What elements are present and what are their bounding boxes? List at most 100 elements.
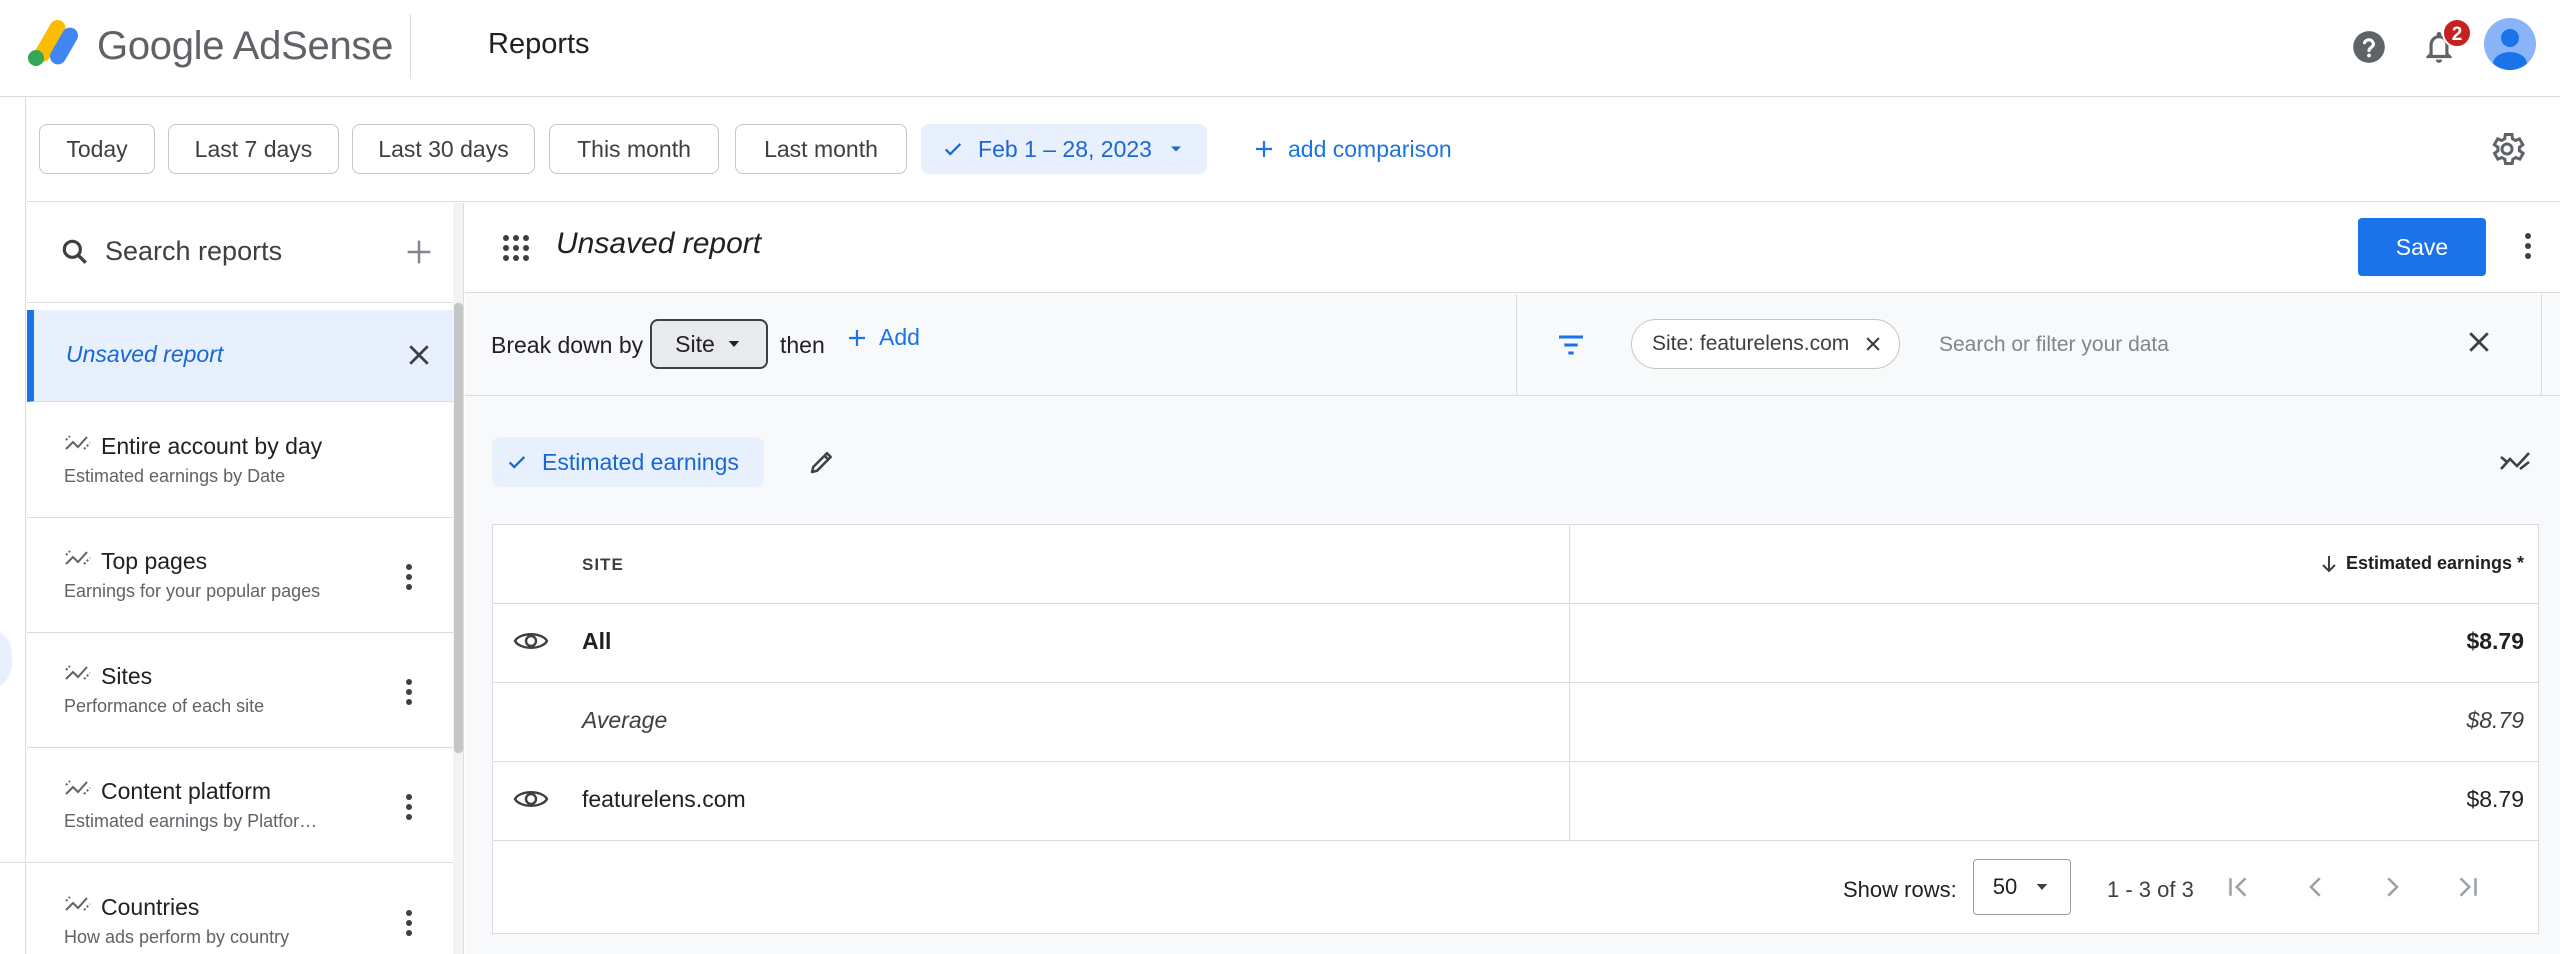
sidebar-item-subtitle: Estimated earnings by Platfor… <box>64 811 318 831</box>
row-value: $8.79 <box>2466 628 2524 654</box>
sidebar-item-unsaved-report[interactable]: Unsaved report <box>27 310 453 402</box>
sidebar-item-countries[interactable]: Countries How ads perform by country <box>27 864 453 954</box>
remove-filter-close-icon[interactable] <box>1863 334 1883 354</box>
add-comparison-button[interactable]: add comparison <box>1252 124 1452 174</box>
breakdown-filter-row: Break down by Site then Add Site: featur… <box>465 294 2560 396</box>
breakdown-right-divider <box>2541 294 2542 396</box>
clear-filters-close-icon[interactable] <box>2464 327 2494 357</box>
column-header-estimated-earnings[interactable]: Estimated earnings * <box>2320 553 2524 574</box>
add-comparison-label: add comparison <box>1288 135 1452 162</box>
search-icon <box>59 236 91 268</box>
sidebar-item-label: Top pages <box>101 548 208 574</box>
date-chip-last-month[interactable]: Last month <box>735 124 907 174</box>
active-filter-chip[interactable]: Site: featurelens.com <box>1631 319 1901 369</box>
close-icon[interactable] <box>404 340 434 370</box>
check-icon <box>942 138 964 160</box>
adsense-logo-icon[interactable] <box>26 20 84 68</box>
last-page-icon[interactable] <box>2453 872 2483 902</box>
breakdown-dimension-value: Site <box>675 330 715 357</box>
sort-descending-arrow-icon <box>2320 554 2338 574</box>
row-label: featurelens.com <box>582 786 746 812</box>
selected-date-range: Feb 1 – 28, 2023 <box>978 135 1152 162</box>
sidebar-item-subtitle: Performance of each site <box>64 696 265 716</box>
row-label: All <box>582 628 612 654</box>
plus-icon <box>845 326 869 350</box>
breakdown-dimension-dropdown[interactable]: Site <box>650 319 768 369</box>
account-avatar[interactable] <box>2484 18 2536 70</box>
column-divider <box>1569 683 1570 762</box>
more-options-icon[interactable] <box>403 792 415 822</box>
show-rows-label: Show rows: <box>1843 877 1957 902</box>
brand-product: AdSense <box>232 24 394 68</box>
sidebar-item-sites[interactable]: Sites Performance of each site <box>27 633 453 748</box>
sidebar-item-label: Entire account by day <box>101 433 323 459</box>
more-options-icon[interactable] <box>2522 231 2534 261</box>
add-breakdown-label: Add <box>879 324 920 350</box>
sidebar-item-entire-account-by-day[interactable]: Entire account by day Estimated earnings… <box>27 403 453 518</box>
table-row: Average $8.79 <box>493 683 2538 762</box>
sidebar-scrollbar-thumb[interactable] <box>454 303 463 753</box>
more-options-icon[interactable] <box>403 562 415 592</box>
plus-icon <box>1252 137 1276 161</box>
filter-icon[interactable] <box>1555 329 1587 361</box>
help-icon[interactable] <box>2350 28 2388 66</box>
sidebar-item-content-platform[interactable]: Content platform Estimated earnings by P… <box>27 748 453 863</box>
search-reports-row[interactable]: Search reports <box>27 203 463 303</box>
report-table: SITE Estimated earnings * All $8.79 Aver… <box>492 524 2539 934</box>
show-chart-trend-icon[interactable] <box>2498 447 2532 477</box>
next-page-icon[interactable] <box>2377 872 2407 902</box>
more-options-icon[interactable] <box>403 908 415 938</box>
filter-search-input[interactable]: Search or filter your data <box>1939 333 2169 357</box>
trending-report-icon <box>64 661 94 685</box>
metric-chip-estimated-earnings[interactable]: Estimated earnings <box>492 437 764 487</box>
sidebar-item-label: Countries <box>101 894 200 920</box>
row-value: $8.79 <box>2466 707 2524 733</box>
save-button[interactable]: Save <box>2358 218 2486 276</box>
add-report-plus-icon[interactable] <box>402 235 436 269</box>
date-range-selector[interactable]: Feb 1 – 28, 2023 <box>921 124 1207 174</box>
add-breakdown-button[interactable]: Add <box>845 324 920 351</box>
table-row: featurelens.com $8.79 <box>493 762 2538 841</box>
rows-per-page-value: 50 <box>1992 874 2018 899</box>
edit-pencil-icon[interactable] <box>807 447 837 477</box>
trending-report-icon <box>64 546 94 570</box>
brand-google: Google <box>97 24 225 68</box>
date-chip-today[interactable]: Today <box>39 124 155 174</box>
filter-chip-label: Site: featurelens.com <box>1652 332 1850 355</box>
brand-name[interactable]: Google AdSense <box>97 24 393 69</box>
row-label: Average <box>582 707 668 733</box>
reports-sidebar: Search reports Unsaved report Entire acc… <box>27 203 464 954</box>
breakdown-divider <box>1516 294 1517 396</box>
notification-count-badge: 2 <box>2442 18 2472 48</box>
settings-gear-icon[interactable] <box>2487 129 2527 169</box>
column-header-label: Estimated earnings * <box>2345 553 2524 573</box>
sidebar-item-subtitle: Earnings for your popular pages <box>64 581 321 601</box>
page-title: Reports <box>488 28 590 60</box>
sidebar-item-subtitle: Estimated earnings by Date <box>64 466 286 486</box>
sidebar-item-top-pages[interactable]: Top pages Earnings for your popular page… <box>27 518 453 633</box>
date-chip-last-30-days[interactable]: Last 30 days <box>352 124 535 174</box>
column-header-site[interactable]: SITE <box>582 555 624 575</box>
more-options-icon[interactable] <box>403 677 415 707</box>
search-reports-input[interactable]: Search reports <box>105 236 282 267</box>
rows-per-page-select[interactable]: 50 <box>1973 859 2071 915</box>
date-chip-last-7-days[interactable]: Last 7 days <box>168 124 339 174</box>
first-page-icon[interactable] <box>2223 872 2253 902</box>
report-name[interactable]: Unsaved report <box>556 227 761 261</box>
check-icon <box>506 451 528 473</box>
dropdown-arrow-icon <box>725 335 743 353</box>
date-chip-this-month[interactable]: This month <box>549 124 719 174</box>
column-divider <box>1569 762 1570 841</box>
visibility-eye-icon[interactable] <box>513 784 549 814</box>
apps-grid-icon[interactable] <box>501 233 531 263</box>
header-divider <box>410 14 411 78</box>
nav-rail <box>0 97 26 954</box>
previous-page-icon[interactable] <box>2301 872 2331 902</box>
table-row: All $8.79 <box>493 604 2538 683</box>
table-header-row: SITE Estimated earnings * <box>493 525 2538 604</box>
visibility-eye-icon[interactable] <box>513 626 549 656</box>
top-app-bar: Google AdSense Reports 2 <box>0 0 2560 97</box>
sidebar-item-label: Sites <box>101 663 153 689</box>
nav-rail-expand-handle[interactable] <box>0 627 12 691</box>
trending-report-icon <box>64 431 94 455</box>
